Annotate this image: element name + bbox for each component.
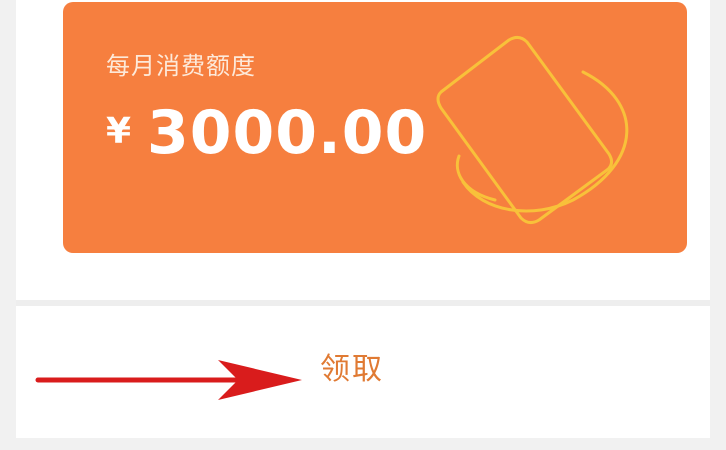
claim-button[interactable]: 领取	[320, 350, 384, 390]
quota-label: 每月消费额度	[106, 52, 256, 80]
card-panel: 每月消费额度 ¥ 3000.00	[16, 0, 710, 300]
bottom-strip	[0, 438, 726, 450]
arrow-right-icon	[35, 360, 302, 400]
card-orbit-icon	[436, 35, 629, 225]
screen: 每月消费额度 ¥ 3000.00 领取	[0, 0, 726, 450]
quota-amount: 3000.00	[147, 98, 428, 168]
left-gutter	[0, 0, 16, 450]
quota-card: 每月消费额度 ¥ 3000.00	[63, 2, 687, 253]
right-gutter	[710, 0, 726, 450]
currency-symbol: ¥	[106, 111, 132, 152]
